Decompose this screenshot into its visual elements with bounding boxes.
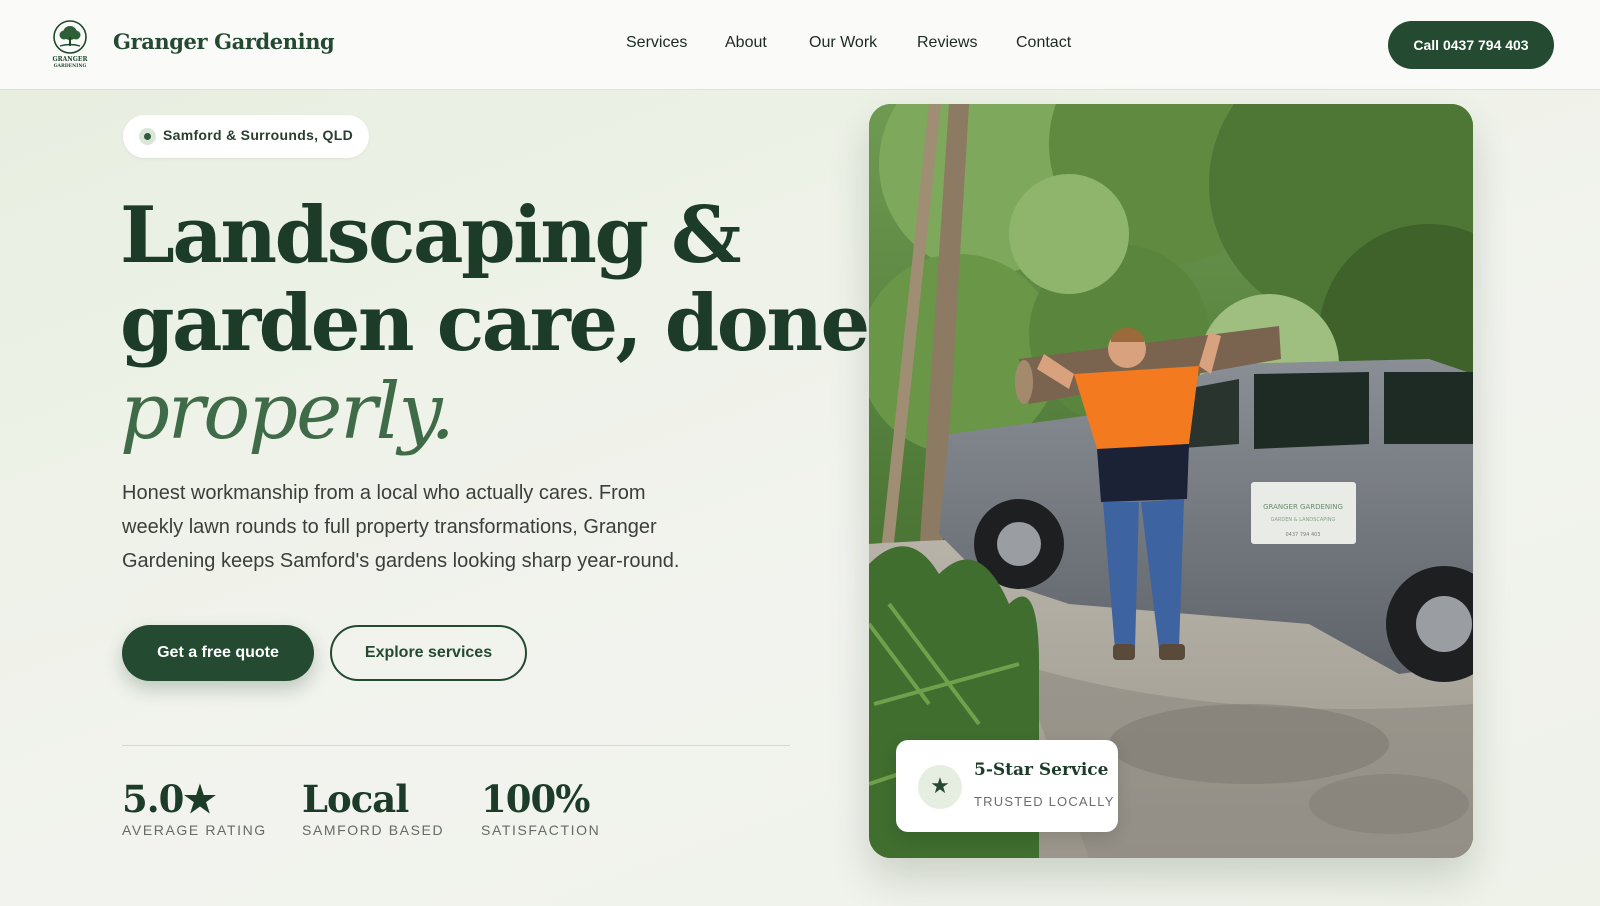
stat-label: AVERAGE RATING (122, 822, 267, 838)
hero-headline: Landscaping & garden care, done properly… (120, 190, 870, 457)
call-button[interactable]: Call 0437 794 403 (1388, 21, 1554, 69)
stat-value: Local (302, 777, 409, 821)
stat-label: SATISFACTION (481, 822, 601, 838)
nav-about[interactable]: About (725, 34, 767, 52)
stat-satisfaction: 100% SATISFACTION (481, 776, 600, 838)
hero-subcopy: Honest workmanship from a local who actu… (122, 482, 680, 572)
truck-sign-phone: 0437 794 403 (1286, 532, 1321, 538)
location-label: Samford & Surrounds, QLD (163, 127, 353, 143)
stats-divider (122, 745, 790, 746)
nav-services[interactable]: Services (626, 34, 687, 52)
star-icon: ★ (918, 765, 962, 809)
truck-sign-name: GRANGER GARDENING (1263, 503, 1343, 511)
truck-sign-tagline: GARDEN & LANDSCAPING (1271, 517, 1336, 523)
stat-label: SAMFORD BASED (302, 822, 445, 838)
headline-line-2: garden care, done (120, 278, 870, 369)
stat-value: 100% (481, 777, 590, 821)
stat-rating: 5.0★ AVERAGE RATING (122, 776, 267, 838)
site-header: GRANGER GARDENING Granger Gardening Serv… (0, 0, 1600, 90)
get-quote-button[interactable]: Get a free quote (122, 625, 314, 681)
nav-contact[interactable]: Contact (1016, 34, 1071, 52)
stat-value: 5.0★ (122, 777, 217, 821)
main-nav: Services About Our Work Reviews Contact (0, 34, 1600, 58)
location-dot-icon (139, 128, 156, 145)
five-star-badge: ★ 5-Star Service TRUSTED LOCALLY (896, 740, 1118, 832)
nav-reviews[interactable]: Reviews (917, 34, 977, 52)
stat-local: Local SAMFORD BASED (302, 776, 444, 838)
headline-line-3: properly. (120, 367, 455, 457)
headline-line-1: Landscaping & (120, 190, 742, 281)
badge-subtitle: TRUSTED LOCALLY (974, 794, 1115, 809)
badge-title: 5-Star Service (974, 760, 1109, 780)
logo-wordmark: GRANGER GARDENING (52, 56, 88, 69)
explore-services-button[interactable]: Explore services (330, 625, 527, 681)
nav-our-work[interactable]: Our Work (809, 34, 877, 52)
location-pill: Samford & Surrounds, QLD (123, 115, 369, 158)
